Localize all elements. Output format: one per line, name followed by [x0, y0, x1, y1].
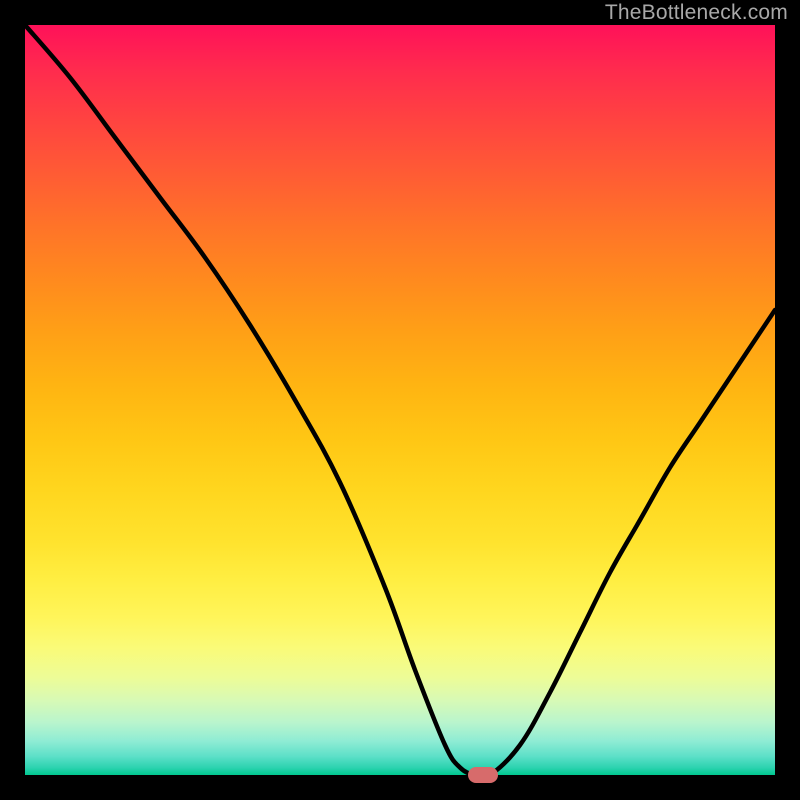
bottleneck-curve-path [25, 25, 775, 775]
watermark-label: TheBottleneck.com [605, 2, 788, 23]
min-marker [468, 767, 498, 783]
plot-area [25, 25, 775, 775]
chart-frame: TheBottleneck.com [0, 0, 800, 800]
curve-svg [25, 25, 775, 775]
